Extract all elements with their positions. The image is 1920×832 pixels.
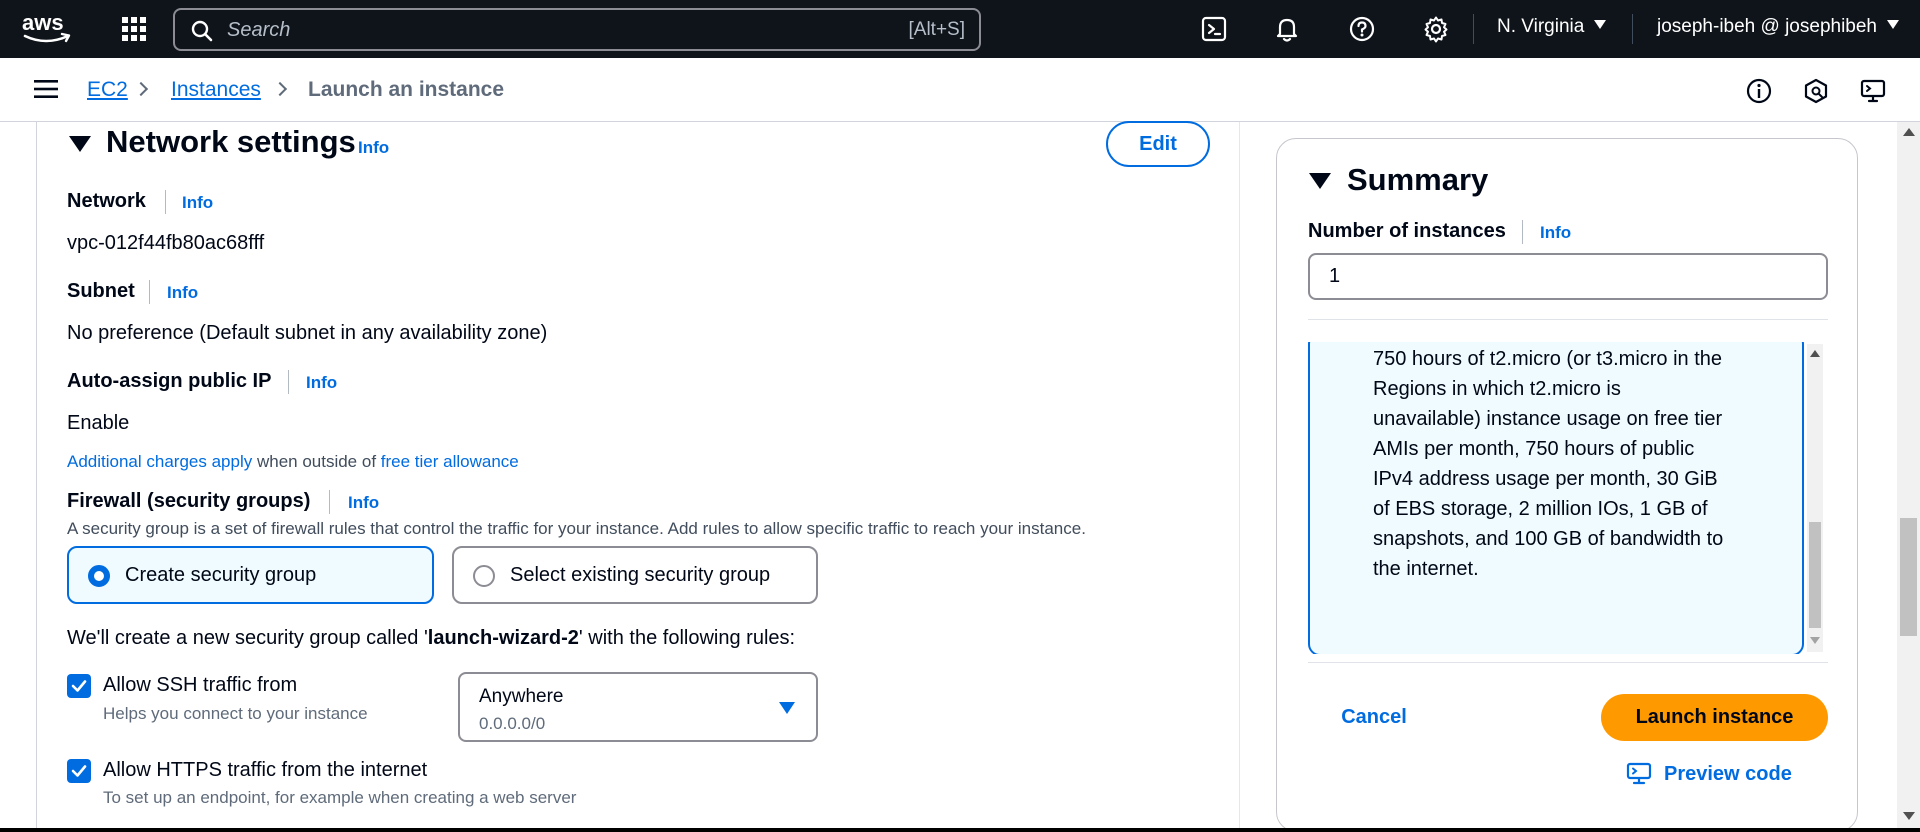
label-divider <box>165 190 166 214</box>
cloudshell-icon[interactable] <box>1200 15 1228 43</box>
info-circle-icon[interactable] <box>1746 78 1772 104</box>
edit-button[interactable]: Edit <box>1106 121 1210 167</box>
scroll-up-arrow-icon[interactable] <box>1810 350 1820 357</box>
chevron-down-icon <box>1594 20 1607 30</box>
apps-grid-icon[interactable] <box>120 15 148 43</box>
aws-logo[interactable]: aws <box>22 10 74 46</box>
checkmark-icon <box>71 680 87 692</box>
menu-icon[interactable] <box>34 79 58 99</box>
summary-scroll-area[interactable]: 750 hours of t2.micro (or t3.micro in th… <box>1308 342 1828 654</box>
label-divider <box>149 280 150 304</box>
preview-code-link[interactable]: Preview code <box>1626 762 1792 786</box>
charges-note: Additional charges apply when outside of… <box>67 452 519 471</box>
caret-down-icon <box>779 702 795 714</box>
firewall-info-link[interactable]: Info <box>348 493 379 513</box>
scroll-down-arrow-icon[interactable] <box>1810 637 1820 644</box>
page-scrollbar[interactable] <box>1897 122 1920 832</box>
bell-icon[interactable] <box>1273 15 1301 43</box>
caret-down-icon[interactable] <box>69 136 91 152</box>
search-icon <box>191 20 213 42</box>
search-shortcut-hint: [Alt+S] <box>908 19 966 40</box>
gear-icon[interactable] <box>1422 15 1450 43</box>
ssh-label: Allow SSH traffic from <box>103 674 298 696</box>
instance-count-input[interactable] <box>1308 253 1828 300</box>
nav-divider <box>1632 14 1633 44</box>
region-selector[interactable]: N. Virginia <box>1497 16 1607 38</box>
subnet-value: No preference (Default subnet in any ava… <box>67 322 548 344</box>
firewall-label: Firewall (security groups) <box>67 490 311 512</box>
breadcrumb-bar: EC2 Instances Launch an instance <box>0 58 1920 122</box>
additional-charges-link[interactable]: Additional charges apply <box>67 452 252 471</box>
select-existing-security-group-option[interactable]: Select existing security group <box>452 546 818 604</box>
https-label: Allow HTTPS traffic from the internet <box>103 759 428 781</box>
content-edge <box>36 122 37 832</box>
summary-title: Summary <box>1347 162 1489 197</box>
help-icon[interactable] <box>1348 15 1376 43</box>
https-checkbox[interactable] <box>67 759 91 783</box>
public-ip-label: Auto-assign public IP <box>67 370 272 392</box>
breadcrumb-instances[interactable]: Instances <box>171 78 261 102</box>
network-settings-info-link[interactable]: Info <box>358 138 389 158</box>
nav-divider <box>1473 14 1474 44</box>
summary-divider <box>1308 319 1828 320</box>
breadcrumb-ec2[interactable]: EC2 <box>87 78 128 102</box>
page-scrollbar-thumb[interactable] <box>1900 518 1917 636</box>
breadcrumb-current: Launch an instance <box>308 78 505 101</box>
label-divider <box>288 370 289 394</box>
monitor-icon[interactable] <box>1860 78 1886 104</box>
scroll-up-arrow-icon[interactable] <box>1903 128 1915 136</box>
https-help-text: To set up an endpoint, for example when … <box>103 788 577 807</box>
summary-scrollbar-thumb[interactable] <box>1809 522 1821 628</box>
checkmark-icon <box>71 765 87 777</box>
window-bottom-edge <box>0 828 1920 832</box>
launch-instance-button[interactable]: Launch instance <box>1601 694 1828 741</box>
network-value: vpc-012f44fb80ac68fff <box>67 232 265 254</box>
summary-divider <box>1308 662 1828 663</box>
search-box[interactable]: [Alt+S] <box>173 8 981 51</box>
panel-divider <box>1239 122 1240 832</box>
network-settings-title: Network settings <box>106 124 356 159</box>
svg-text:aws: aws <box>22 10 64 35</box>
security-group-name: launch-wizard-2 <box>427 627 579 649</box>
label-divider <box>1522 220 1523 244</box>
radio-unselected[interactable] <box>473 565 495 587</box>
ssh-source-select[interactable]: Anywhere 0.0.0.0/0 <box>458 672 818 742</box>
instances-info-link[interactable]: Info <box>1540 223 1571 243</box>
public-ip-value: Enable <box>67 412 130 434</box>
cancel-button[interactable]: Cancel <box>1322 697 1426 737</box>
ssh-source-cidr: 0.0.0.0/0 <box>479 714 546 733</box>
free-tier-alert: 750 hours of t2.micro (or t3.micro in th… <box>1308 342 1804 654</box>
ssh-checkbox[interactable] <box>67 674 91 698</box>
network-label: Network <box>67 190 146 212</box>
free-tier-text: 750 hours of t2.micro (or t3.micro in th… <box>1373 348 1724 580</box>
radio-selected[interactable] <box>88 565 110 587</box>
subnet-info-link[interactable]: Info <box>167 283 198 303</box>
security-group-sentence: We'll create a new security group called… <box>67 627 796 649</box>
firewall-description: A security group is a set of firewall ru… <box>67 519 1086 538</box>
code-preview-icon <box>1626 762 1652 785</box>
account-menu[interactable]: joseph-ibeh @ josephibeh <box>1657 16 1899 38</box>
ssh-help-text: Helps you connect to your instance <box>103 704 368 723</box>
label-divider <box>329 490 330 514</box>
top-navigation: aws [Alt+S] N. Virginia <box>0 0 1920 58</box>
chevron-right-icon <box>272 81 288 97</box>
feedback-icon[interactable] <box>1803 78 1829 104</box>
ssh-source-value: Anywhere <box>479 686 564 707</box>
chevron-down-icon <box>1887 20 1899 30</box>
chevron-right-icon <box>133 81 149 97</box>
public-ip-info-link[interactable]: Info <box>306 373 337 393</box>
network-info-link[interactable]: Info <box>182 193 213 213</box>
subnet-label: Subnet <box>67 280 135 302</box>
search-input[interactable] <box>227 16 827 44</box>
scroll-down-arrow-icon[interactable] <box>1903 812 1915 820</box>
create-security-group-option[interactable]: Create security group <box>67 546 434 604</box>
instances-label: Number of instances <box>1308 220 1506 242</box>
caret-down-icon[interactable] <box>1309 173 1331 189</box>
free-tier-allowance-link[interactable]: free tier allowance <box>381 452 519 471</box>
